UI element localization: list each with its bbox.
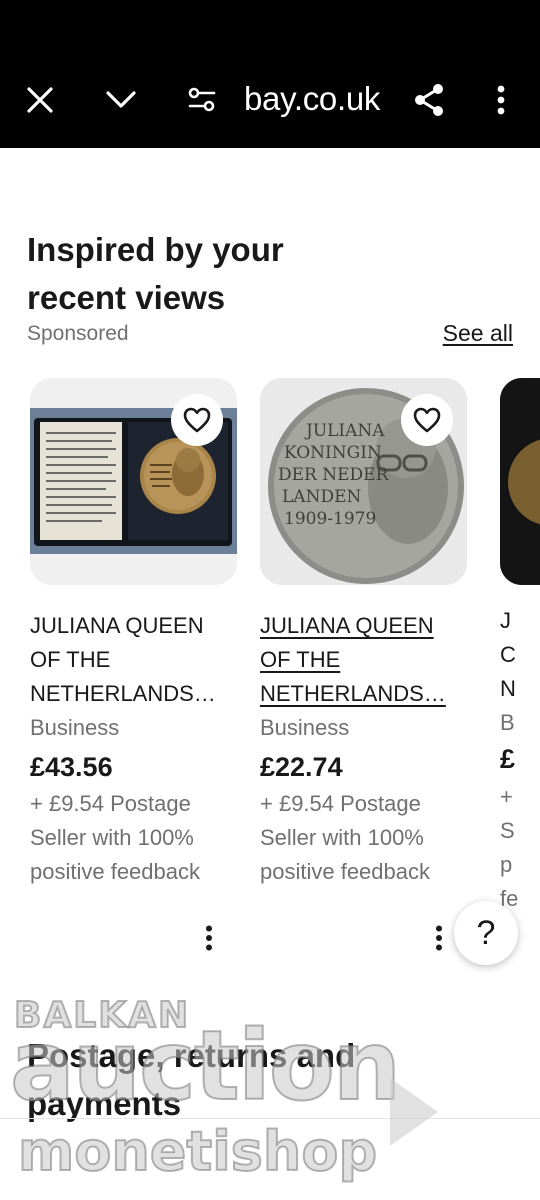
medal-text: JULIANA bbox=[304, 421, 385, 441]
product-price: £43.56 bbox=[30, 752, 113, 782]
product-title[interactable]: JULIANA QUEEN OF THE NETHERLANDS… bbox=[260, 609, 468, 711]
product-image[interactable]: JULIANA KONINGIN DER NEDER LANDEN 1909-1… bbox=[260, 378, 467, 585]
medal-text: LANDEN bbox=[282, 487, 361, 507]
watchlist-heart-button[interactable] bbox=[401, 394, 453, 446]
watermark-text: BALKAN bbox=[13, 994, 191, 1037]
more-vertical-icon bbox=[206, 925, 212, 951]
browser-toolbar: bay.co.uk bbox=[0, 0, 540, 148]
close-icon[interactable] bbox=[16, 76, 64, 124]
sponsored-label: Sponsored bbox=[27, 322, 129, 345]
heart-icon bbox=[183, 407, 211, 433]
seller-feedback: Seller with 100% positive feedback bbox=[260, 825, 430, 884]
product-card[interactable]: JULIANA QUEEN OF THE NETHERLANDS… Busine… bbox=[30, 378, 238, 889]
product-price: £22.74 bbox=[260, 752, 343, 782]
peek-title[interactable]: N bbox=[500, 672, 516, 706]
divider bbox=[0, 1118, 540, 1119]
product-postage: + £9.54 Postage bbox=[30, 791, 191, 816]
product-condition: Business bbox=[30, 715, 120, 740]
seller-feedback: Seller with 100% positive feedback bbox=[30, 825, 200, 884]
url-text[interactable]: bay.co.uk bbox=[244, 80, 380, 118]
see-all-link[interactable]: See all bbox=[443, 320, 513, 347]
medal-text: DER NEDER bbox=[278, 465, 390, 485]
watermark-play-icon bbox=[390, 1078, 438, 1146]
peek-price: £ bbox=[500, 744, 516, 774]
postage-returns-heading[interactable]: Postage, returns and payments bbox=[27, 1032, 447, 1128]
medal-text: KONINGIN bbox=[284, 443, 382, 463]
peek-title[interactable]: C bbox=[500, 638, 516, 672]
heart-icon bbox=[413, 407, 441, 433]
share-icon[interactable] bbox=[405, 76, 453, 124]
card-options-button[interactable] bbox=[194, 920, 224, 956]
peek-condition: B bbox=[500, 710, 515, 735]
more-vertical-icon bbox=[436, 925, 442, 951]
watchlist-heart-button[interactable] bbox=[171, 394, 223, 446]
product-image[interactable] bbox=[30, 378, 237, 585]
product-title[interactable]: JULIANA QUEEN OF THE NETHERLANDS… bbox=[30, 609, 238, 711]
product-condition: Business bbox=[260, 715, 350, 740]
card-options-button[interactable] bbox=[424, 920, 454, 956]
chevron-down-icon[interactable] bbox=[97, 76, 145, 124]
product-card[interactable]: JULIANA KONINGIN DER NEDER LANDEN 1909-1… bbox=[260, 378, 468, 889]
product-postage: + £9.54 Postage bbox=[260, 791, 421, 816]
peek-title[interactable]: J bbox=[500, 604, 511, 638]
section-title: Inspired by your recent views bbox=[27, 231, 284, 316]
peek-seller: S bbox=[500, 818, 515, 843]
site-settings-icon[interactable] bbox=[178, 76, 226, 124]
more-menu-icon[interactable] bbox=[477, 76, 525, 124]
peek-postage: + bbox=[500, 784, 513, 809]
medal-text: 1909-1979 bbox=[284, 509, 376, 529]
watermark-text: monetishop bbox=[17, 1119, 378, 1184]
help-button[interactable]: ? bbox=[454, 901, 518, 965]
product-image-peek[interactable] bbox=[500, 378, 540, 585]
peek-seller: p bbox=[500, 852, 513, 877]
